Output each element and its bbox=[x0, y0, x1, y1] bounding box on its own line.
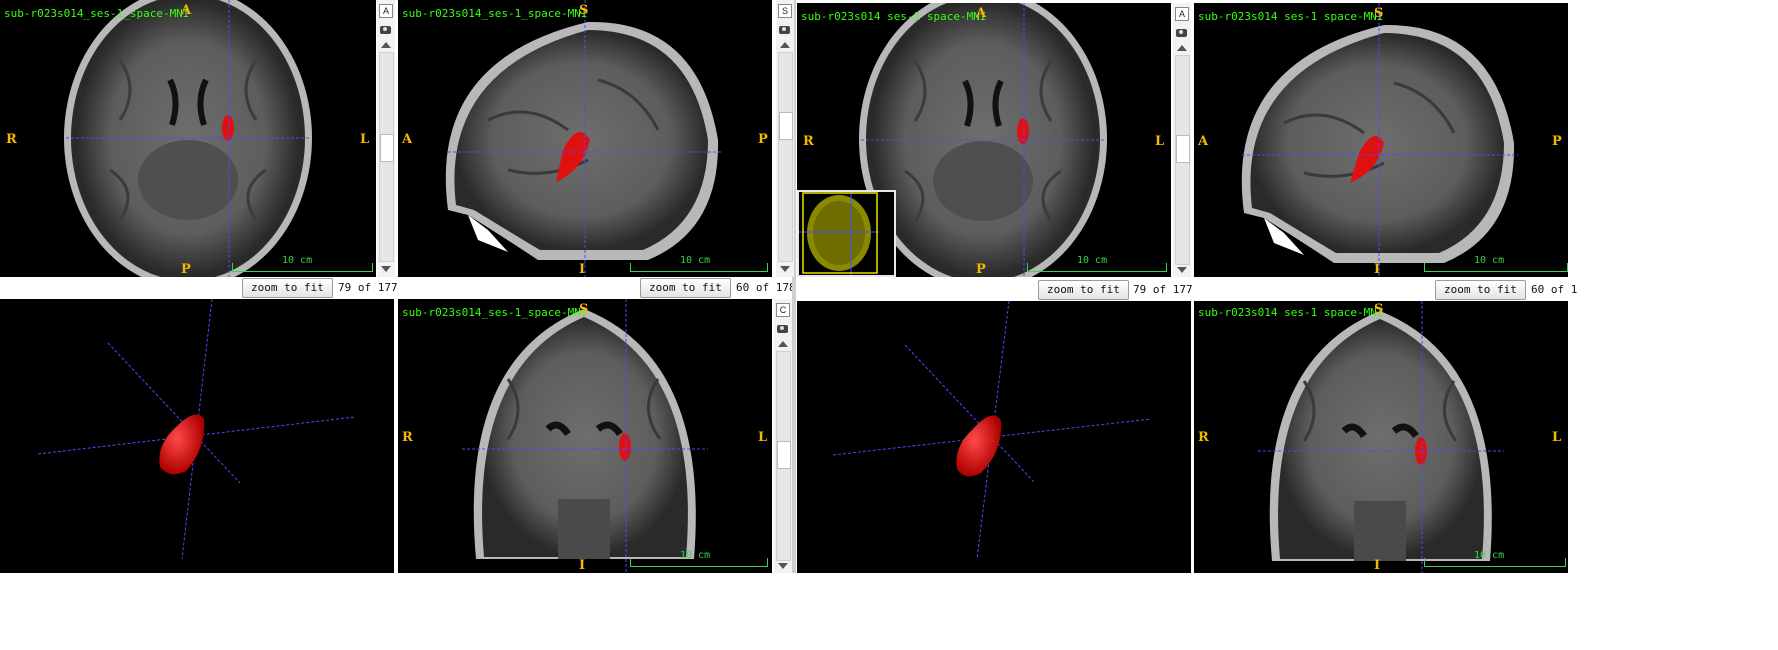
orient-left: R bbox=[1198, 430, 1209, 445]
orient-bottom: P bbox=[976, 262, 986, 277]
scale-label: 10 cm bbox=[1077, 255, 1108, 266]
orient-right: P bbox=[1552, 134, 1562, 149]
volume-label: sub-r023s014_ses-1_space-MNI bbox=[402, 7, 588, 20]
orient-right: L bbox=[758, 430, 768, 445]
slice-counter: 60 of 178 bbox=[736, 281, 796, 294]
slice-counter: 79 of 177 bbox=[338, 281, 398, 294]
orient-top: A bbox=[181, 3, 192, 18]
left-axial-view[interactable]: sub-r023s014_ses-1_space-MNI A P R L 10 … bbox=[0, 0, 376, 277]
arrow-down-icon[interactable] bbox=[1177, 267, 1187, 273]
orient-right: L bbox=[1155, 134, 1165, 149]
view-mode-button[interactable]: A bbox=[379, 4, 393, 18]
slice-toolbar-coronal: C bbox=[774, 299, 792, 573]
orient-left: A bbox=[1198, 134, 1209, 149]
orient-top: S bbox=[579, 3, 589, 18]
orient-right: L bbox=[360, 132, 370, 147]
camera-icon[interactable] bbox=[380, 26, 391, 34]
camera-icon[interactable] bbox=[779, 26, 790, 34]
volume-label: sub-r023s014_ses-1_space-MNI bbox=[402, 306, 588, 319]
volume-label: sub-r023s014 ses-1 space-MNI bbox=[801, 10, 987, 23]
left-coronal-view[interactable]: sub-r023s014_ses-1_space-MNI S I R L 10 … bbox=[398, 299, 772, 573]
view-mode-button[interactable]: S bbox=[778, 4, 792, 18]
volume-label: sub-r023s014_ses-1_space-MNI bbox=[4, 7, 190, 20]
arrow-down-icon[interactable] bbox=[381, 266, 391, 272]
arrow-down-icon[interactable] bbox=[780, 266, 790, 272]
volume-label: sub-r023s014 ses-1 space-MNI bbox=[1198, 306, 1384, 319]
scale-label: 10 cm bbox=[680, 255, 711, 266]
arrow-up-icon[interactable] bbox=[778, 341, 788, 347]
orient-top: S bbox=[1374, 302, 1384, 317]
orient-top: A bbox=[976, 6, 987, 21]
slice-toolbar-axial: A bbox=[1173, 3, 1191, 277]
camera-icon[interactable] bbox=[1176, 29, 1187, 37]
arrow-up-icon[interactable] bbox=[780, 42, 790, 48]
scrollbar-thumb[interactable] bbox=[380, 134, 394, 162]
right-sagittal-view[interactable]: sub-r023s014 ses-1 space-MNI S I A P 10 … bbox=[1194, 3, 1568, 277]
slice-counter: 60 of 1 bbox=[1531, 283, 1578, 296]
zoom-to-fit-button[interactable]: zoom to fit bbox=[640, 278, 731, 298]
scale-label: 10 cm bbox=[680, 550, 711, 561]
orient-right: L bbox=[1552, 430, 1562, 445]
scrollbar-thumb[interactable] bbox=[1176, 135, 1190, 163]
scale-label: 10 cm bbox=[1474, 255, 1505, 266]
left-sagittal-view[interactable]: sub-r023s014_ses-1_space-MNI S I A P 10 … bbox=[398, 0, 772, 277]
arrow-down-icon[interactable] bbox=[778, 563, 788, 569]
orient-top: S bbox=[579, 302, 589, 317]
camera-icon[interactable] bbox=[777, 325, 788, 333]
right-3d-render-view[interactable] bbox=[797, 301, 1191, 573]
volume-label: sub-r023s014 ses-1 space-MNI bbox=[1198, 10, 1384, 23]
right-coronal-view[interactable]: sub-r023s014 ses-1 space-MNI S I R L 10 … bbox=[1194, 301, 1568, 573]
orient-left: R bbox=[6, 132, 17, 147]
arrow-up-icon[interactable] bbox=[1177, 45, 1187, 51]
orient-bottom: P bbox=[181, 262, 191, 277]
slice-toolbar-sagittal: S bbox=[776, 0, 794, 277]
orient-bottom: I bbox=[579, 558, 586, 573]
orient-bottom: I bbox=[1374, 262, 1381, 277]
slice-counter: 79 of 177 bbox=[1133, 283, 1193, 296]
scale-label: 10 cm bbox=[282, 255, 313, 266]
left-3d-render-view[interactable] bbox=[0, 299, 394, 573]
scale-label: 10 cm bbox=[1474, 550, 1505, 561]
zoom-to-fit-button[interactable]: zoom to fit bbox=[1435, 280, 1526, 300]
scrollbar-thumb[interactable] bbox=[779, 112, 793, 140]
arrow-up-icon[interactable] bbox=[381, 42, 391, 48]
orient-bottom: I bbox=[1374, 558, 1381, 573]
view-mode-button[interactable]: A bbox=[1175, 7, 1189, 21]
navigator-thumbnail[interactable] bbox=[797, 190, 896, 277]
orient-left: R bbox=[402, 430, 413, 445]
orient-bottom: I bbox=[579, 262, 586, 277]
orient-left: A bbox=[402, 132, 413, 147]
orient-left: R bbox=[803, 134, 814, 149]
zoom-to-fit-button[interactable]: zoom to fit bbox=[242, 278, 333, 298]
zoom-to-fit-button[interactable]: zoom to fit bbox=[1038, 280, 1129, 300]
scrollbar-thumb[interactable] bbox=[777, 441, 791, 469]
orient-top: S bbox=[1374, 6, 1384, 21]
slice-scrollbar[interactable] bbox=[778, 52, 793, 262]
slice-toolbar-axial: A bbox=[377, 0, 395, 277]
view-mode-button[interactable]: C bbox=[776, 303, 790, 317]
orient-right: P bbox=[758, 132, 768, 147]
right-axial-view[interactable]: sub-r023s014 ses-1 space-MNI A P R L 10 … bbox=[797, 3, 1171, 277]
